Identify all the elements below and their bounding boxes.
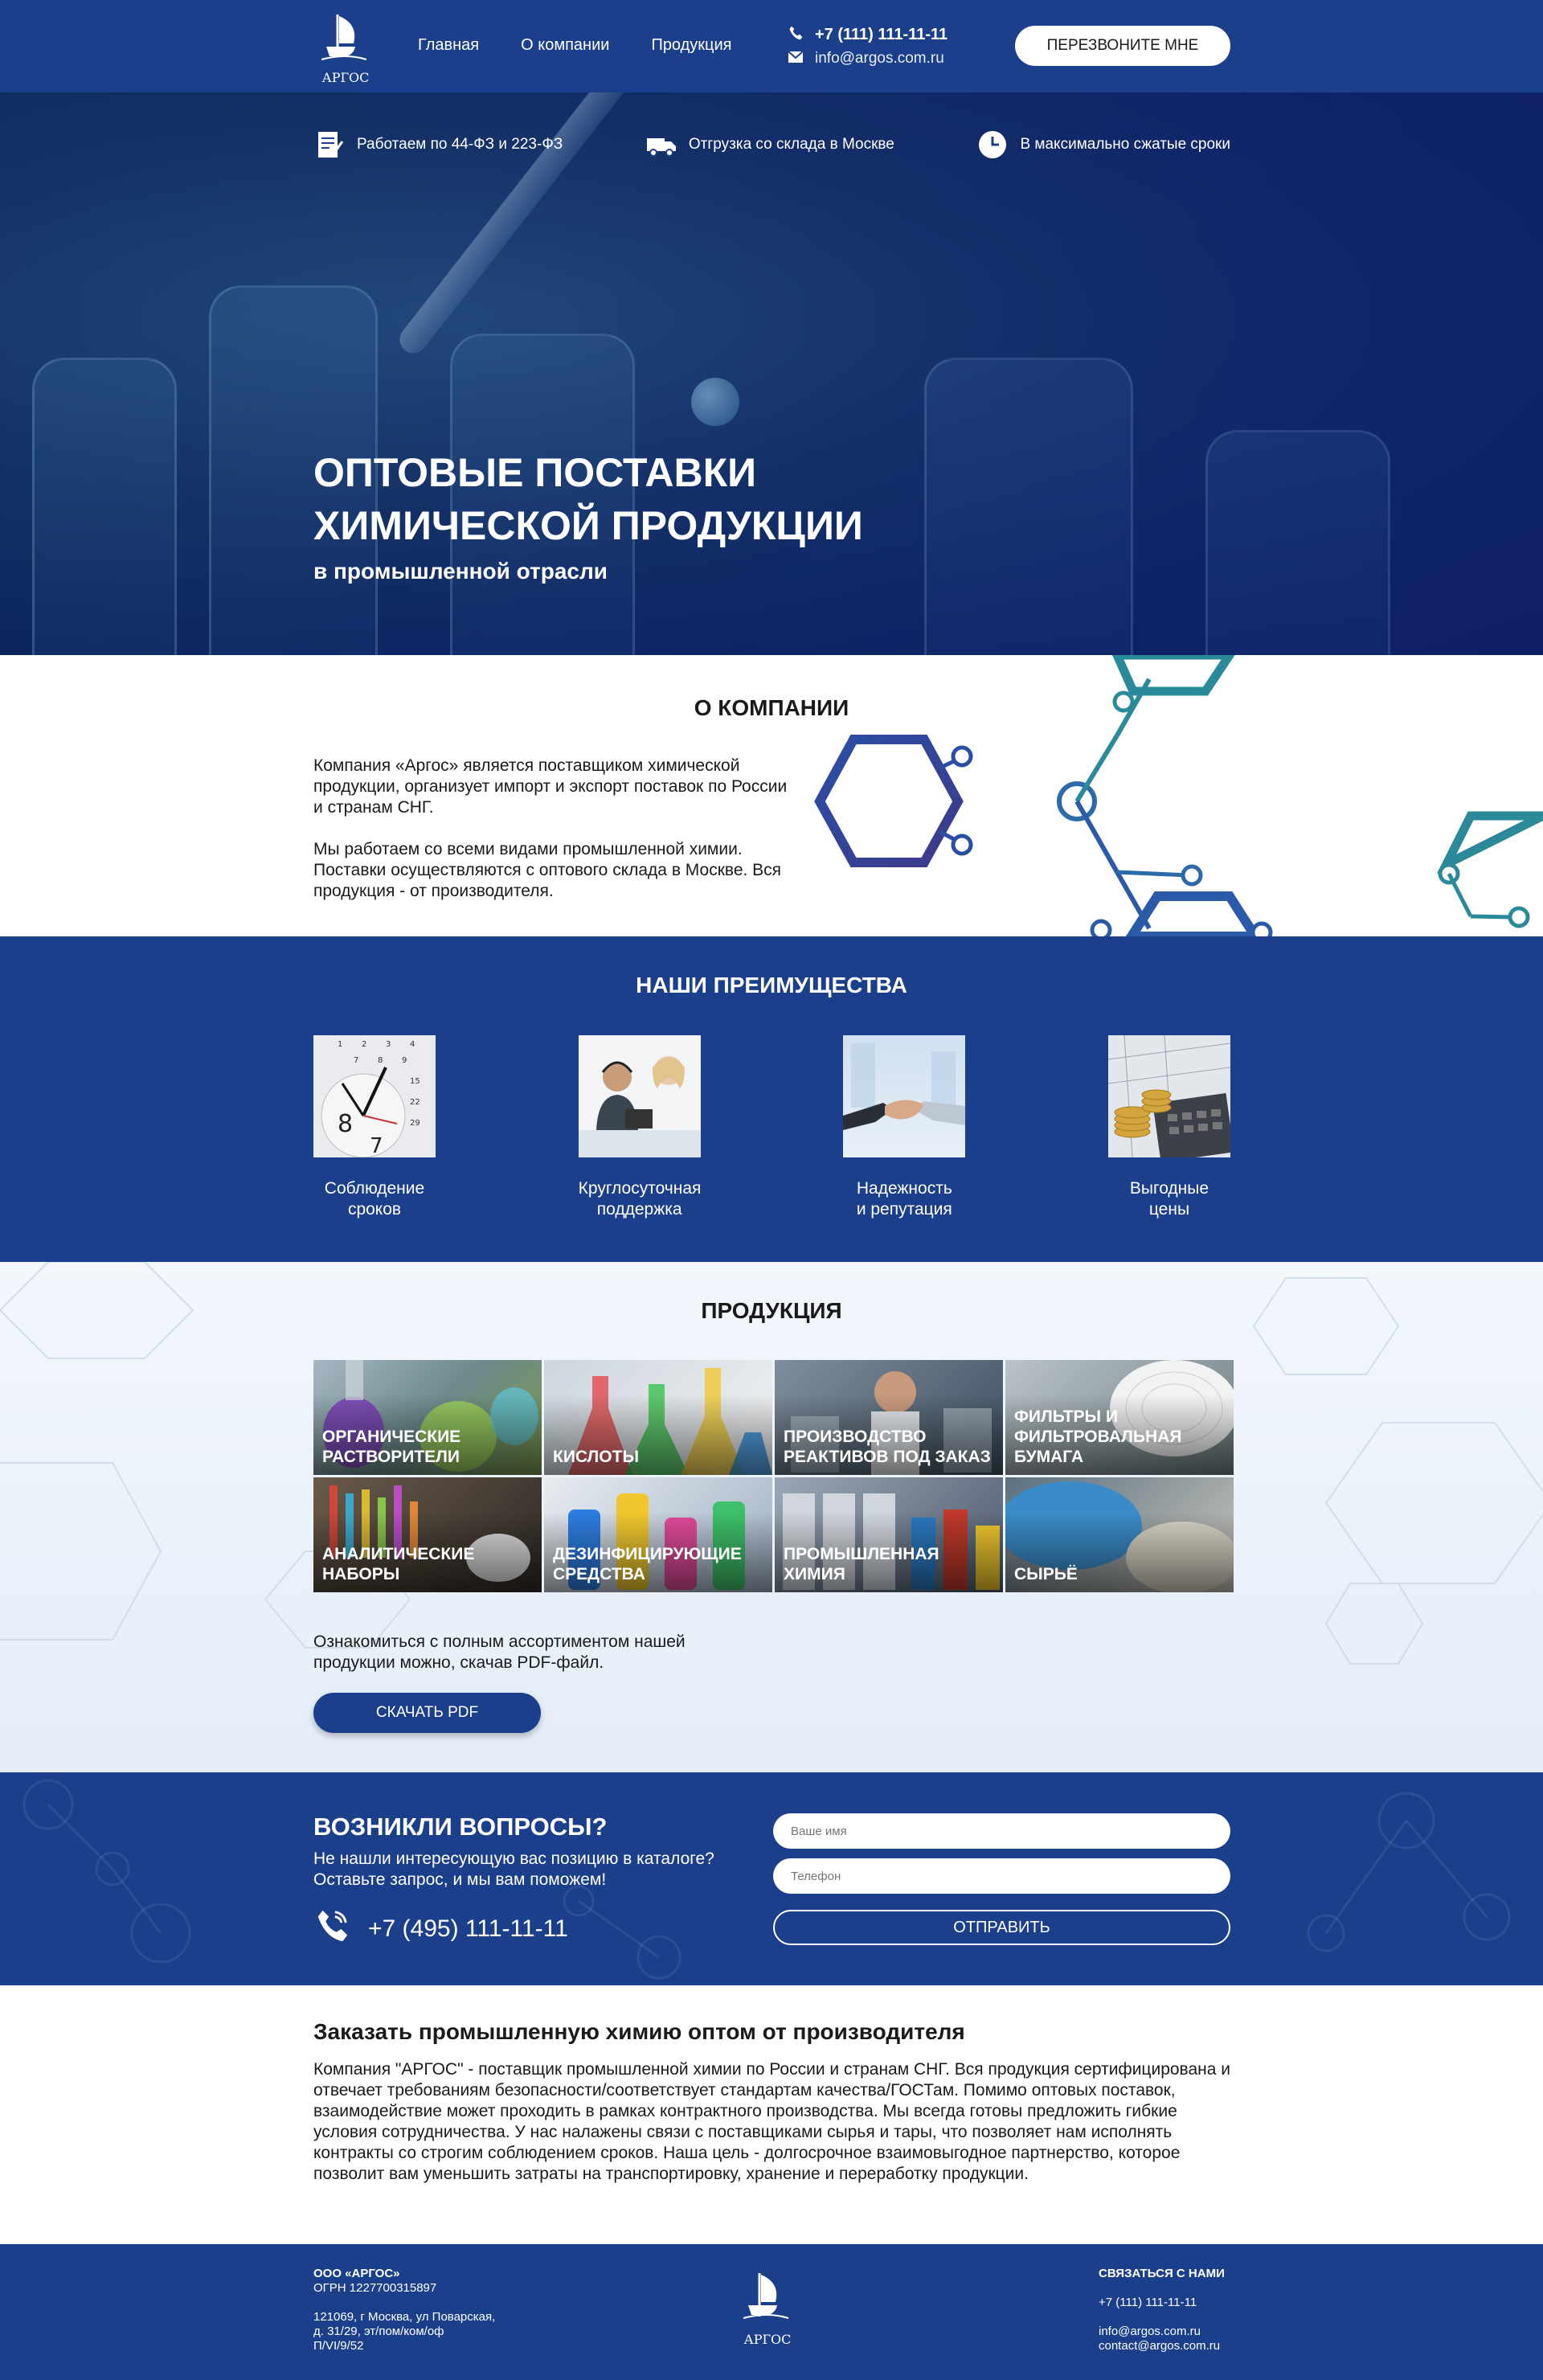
- advantage-item: 1234 789 15 22 29 8 7 Соблюдение сроков: [313, 1035, 436, 1220]
- footer-contacts: СВЯЗАТЬСЯ С НАМИ +7 (111) 111-11-11 info…: [1099, 2267, 1225, 2353]
- advantages-list: 1234 789 152229 8 7 Соблюдениесроков: [313, 1035, 1230, 1220]
- svg-text:9: 9: [402, 1056, 407, 1065]
- feature-item: Отгрузка со склада в Москве: [645, 129, 894, 161]
- footer-company-info: ООО «АРГОС» ОГРН 1227700315897 121069, г…: [313, 2267, 496, 2353]
- seo-title: Заказать промышленную химию оптом от про…: [313, 2019, 965, 2044]
- nav-item-products[interactable]: Продукция: [651, 36, 731, 55]
- product-card-disinfectants[interactable]: ДЕЗИНФИЦИРУЮЩИЕ СРЕДСТВА: [544, 1477, 772, 1592]
- about-section: О КОМПАНИИ Компания «Аргос» является пос…: [0, 655, 1543, 936]
- feature-text: Работаем по 44-ФЗ и 223-ФЗ: [357, 136, 563, 153]
- feature-text: В максимально сжатые сроки: [1020, 136, 1230, 153]
- advantages-section: НАШИ ПРЕИМУЩЕСТВА 1234 789 152229 8 7: [0, 936, 1543, 1262]
- faq-phone-number[interactable]: +7 (495) 111-11-11: [368, 1915, 568, 1943]
- feature-item: Работаем по 44-ФЗ и 223-ФЗ: [313, 129, 563, 161]
- svg-text:1: 1: [338, 1040, 342, 1049]
- svg-text:7: 7: [370, 1134, 383, 1157]
- download-pdf-button[interactable]: СКАЧАТЬ PDF: [313, 1693, 541, 1733]
- handshake-image: [843, 1035, 966, 1157]
- footer-logo[interactable]: АРГОС: [735, 2267, 800, 2355]
- name-input[interactable]: [773, 1813, 1230, 1849]
- coins-calculator-image: [1107, 1035, 1230, 1157]
- faq-subtitle: Не нашли интересующую вас позицию в ката…: [313, 1850, 714, 1889]
- product-card-industrial-chemistry[interactable]: ПРОМЫШЛЕННАЯ ХИМИЯ: [775, 1477, 1003, 1592]
- callback-button[interactable]: ПЕРЕЗВОНИТЕ МНЕ: [1015, 26, 1230, 66]
- hero-banner: Работаем по 44-ФЗ и 223-ФЗ Отгрузка со с…: [0, 92, 1543, 655]
- svg-text:15: 15: [410, 1077, 420, 1086]
- section-title: НАШИ ПРЕИМУЩЕСТВА: [636, 973, 907, 997]
- submit-button[interactable]: ОТПРАВИТЬ: [773, 1910, 1230, 1945]
- product-card-raw-materials[interactable]: СЫРЬЁ: [1005, 1477, 1234, 1592]
- svg-text:22: 22: [410, 1098, 420, 1107]
- product-card-organic-solvents[interactable]: ОРГАНИЧЕСКИЕ РАСТВОРИТЕЛИ: [313, 1360, 542, 1475]
- advantage-item: Круглосуточная поддержка: [578, 1035, 701, 1220]
- nav-item-about[interactable]: О компании: [521, 36, 609, 55]
- main-nav: Главная О компании Продукция: [418, 36, 732, 55]
- header-email[interactable]: info@argos.com.ru: [815, 50, 944, 68]
- site-footer: ООО «АРГОС» ОГРН 1227700315897 121069, г…: [0, 2244, 1543, 2380]
- calendar-clock-image: 1234 789 15 22 29 8 7: [313, 1035, 436, 1157]
- site-header: АРГОС Главная О компании Продукция +7 (1…: [0, 0, 1543, 92]
- about-text: Компания «Аргос» является поставщиком хи…: [313, 756, 788, 900]
- contact-form-section: ВОЗНИКЛИ ВОПРОСЫ? Не нашли интересующую …: [0, 1772, 1543, 1985]
- mail-icon: [788, 50, 804, 68]
- molecule-illustration: [814, 655, 1543, 936]
- product-card-filters[interactable]: ФИЛЬТРЫ И ФИЛЬТРОВАЛЬНАЯ БУМАГА: [1005, 1360, 1234, 1475]
- support-operators-image: [578, 1035, 701, 1157]
- nav-item-home[interactable]: Главная: [418, 36, 479, 55]
- svg-text:8: 8: [378, 1056, 383, 1065]
- phone-icon: [313, 1907, 350, 1951]
- products-section: ПРОДУКЦИЯ ОРГАНИЧЕСКИЕ РАСТВОРИТЕЛИ КИСЛО…: [0, 1262, 1543, 1772]
- svg-text:3: 3: [386, 1040, 391, 1049]
- logo[interactable]: АРГОС: [313, 6, 378, 87]
- hero-features: Работаем по 44-ФЗ и 223-ФЗ Отгрузка со с…: [313, 129, 1230, 161]
- advantage-item: Надежность и репутация: [843, 1035, 966, 1220]
- molecule-background: [23, 1779, 1511, 1980]
- phone-input[interactable]: [773, 1858, 1230, 1894]
- seo-section: Заказать промышленную химию оптом от про…: [0, 1985, 1543, 2244]
- catalog-note: Ознакомиться с полным ассортиментом наше…: [313, 1632, 686, 1672]
- footer-email-info[interactable]: info@argos.com.ru: [1099, 2325, 1225, 2339]
- phone-icon: [788, 25, 804, 45]
- document-icon: [313, 129, 346, 161]
- feature-text: Отгрузка со склада в Москве: [688, 136, 894, 153]
- faq-phone-block: +7 (495) 111-11-11: [313, 1907, 568, 1951]
- svg-text:7: 7: [354, 1056, 358, 1065]
- footer-phone[interactable]: +7 (111) 111-11-11: [1099, 2296, 1225, 2310]
- svg-text:2: 2: [362, 1040, 366, 1049]
- feature-item: В максимально сжатые сроки: [976, 129, 1230, 161]
- hero-title: ОПТОВЫЕ ПОСТАВКИ ХИМИЧЕСКОЙ ПРОДУКЦИИ: [313, 450, 863, 548]
- footer-email-contact[interactable]: contact@argos.com.ru: [1099, 2339, 1225, 2353]
- product-card-custom-reagents[interactable]: ПРОИЗВОДСТВО РЕАКТИВОВ ПОД ЗАКАЗ: [775, 1360, 1003, 1475]
- header-phone[interactable]: +7 (111) 111-11-11: [815, 26, 947, 44]
- svg-text:АРГОС: АРГОС: [744, 2332, 792, 2347]
- product-card-acids[interactable]: КИСЛОТЫ: [544, 1360, 772, 1475]
- seo-body: Компания "АРГОС" - поставщик промышленно…: [313, 2060, 1230, 2183]
- svg-text:8: 8: [338, 1110, 353, 1138]
- svg-text:29: 29: [410, 1119, 420, 1128]
- clock-icon: [976, 129, 1009, 161]
- svg-text:4: 4: [410, 1040, 415, 1049]
- faq-title: ВОЗНИКЛИ ВОПРОСЫ?: [313, 1813, 608, 1841]
- advantage-item: Выгодные цены: [1107, 1035, 1230, 1220]
- section-title: ПРОДУКЦИЯ: [701, 1298, 842, 1323]
- hero-subtitle: в промышленной отрасли: [313, 559, 608, 584]
- delivery-truck-icon: [645, 129, 677, 161]
- header-contacts: +7 (111) 111-11-11 info@argos.com.ru: [788, 23, 947, 71]
- product-grid: ОРГАНИЧЕСКИЕ РАСТВОРИТЕЛИ КИСЛОТЫ ПРОИЗВО…: [313, 1360, 1234, 1592]
- svg-text:АРГОС: АРГОС: [322, 70, 370, 85]
- product-card-analytical-kits[interactable]: АНАЛИТИЧЕСКИЕ НАБОРЫ: [313, 1477, 542, 1592]
